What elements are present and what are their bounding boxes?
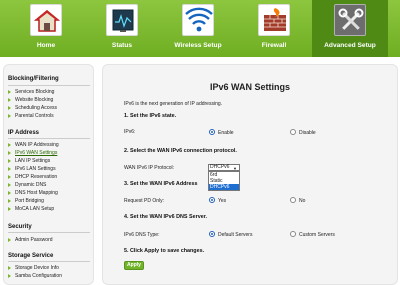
step-4-heading: 4. Set the WAN IPv6 DNS Server. xyxy=(124,214,207,220)
pd-no-radio[interactable] xyxy=(290,197,296,203)
pd-yes-label: Yes xyxy=(218,198,227,204)
protocol-dropdown-list: 6rd Static DHCPv6 xyxy=(208,171,240,191)
disable-label: Disable xyxy=(299,130,316,136)
apply-button[interactable]: Apply xyxy=(124,261,144,270)
protocol-select-value: DHCPv6 xyxy=(210,164,230,170)
default-servers-radio[interactable] xyxy=(209,231,215,237)
protocol-select[interactable]: DHCPv6 ▼ xyxy=(208,164,240,171)
step-3-heading: 3. Set the WAN IPv6 Address xyxy=(124,181,198,187)
step-1-heading: 1. Set the IPv6 state. xyxy=(124,113,177,119)
request-pd-label: Request PD Only: xyxy=(124,198,165,204)
pd-yes-radio[interactable] xyxy=(209,197,215,203)
page-title: IPv6 WAN Settings xyxy=(209,82,290,92)
custom-servers-radio[interactable] xyxy=(290,231,296,237)
dns-type-label: IPv6 DNS Type: xyxy=(124,232,160,238)
enable-radio[interactable] xyxy=(209,129,215,135)
pd-no-label: No xyxy=(299,198,306,204)
enable-label: Enable xyxy=(218,130,234,136)
protocol-label: WAN IPv6 IP Protocol: xyxy=(124,165,175,171)
default-servers-label: Default Servers xyxy=(218,232,253,238)
ipv6-label: IPv6: xyxy=(124,129,136,135)
main-content: IPv6 WAN Settings IPv6 is the next gener… xyxy=(0,0,400,285)
step-5-heading: 5. Click Apply to save changes. xyxy=(124,248,205,254)
protocol-option-dhcpv6[interactable]: DHCPv6 xyxy=(209,184,239,190)
disable-radio[interactable] xyxy=(290,129,296,135)
custom-servers-label: Custom Servers xyxy=(299,232,335,238)
step-2-heading: 2. Select the WAN IPv6 connection protoc… xyxy=(124,148,237,154)
intro-text: IPv6 is the next generation of IP addres… xyxy=(124,101,223,107)
